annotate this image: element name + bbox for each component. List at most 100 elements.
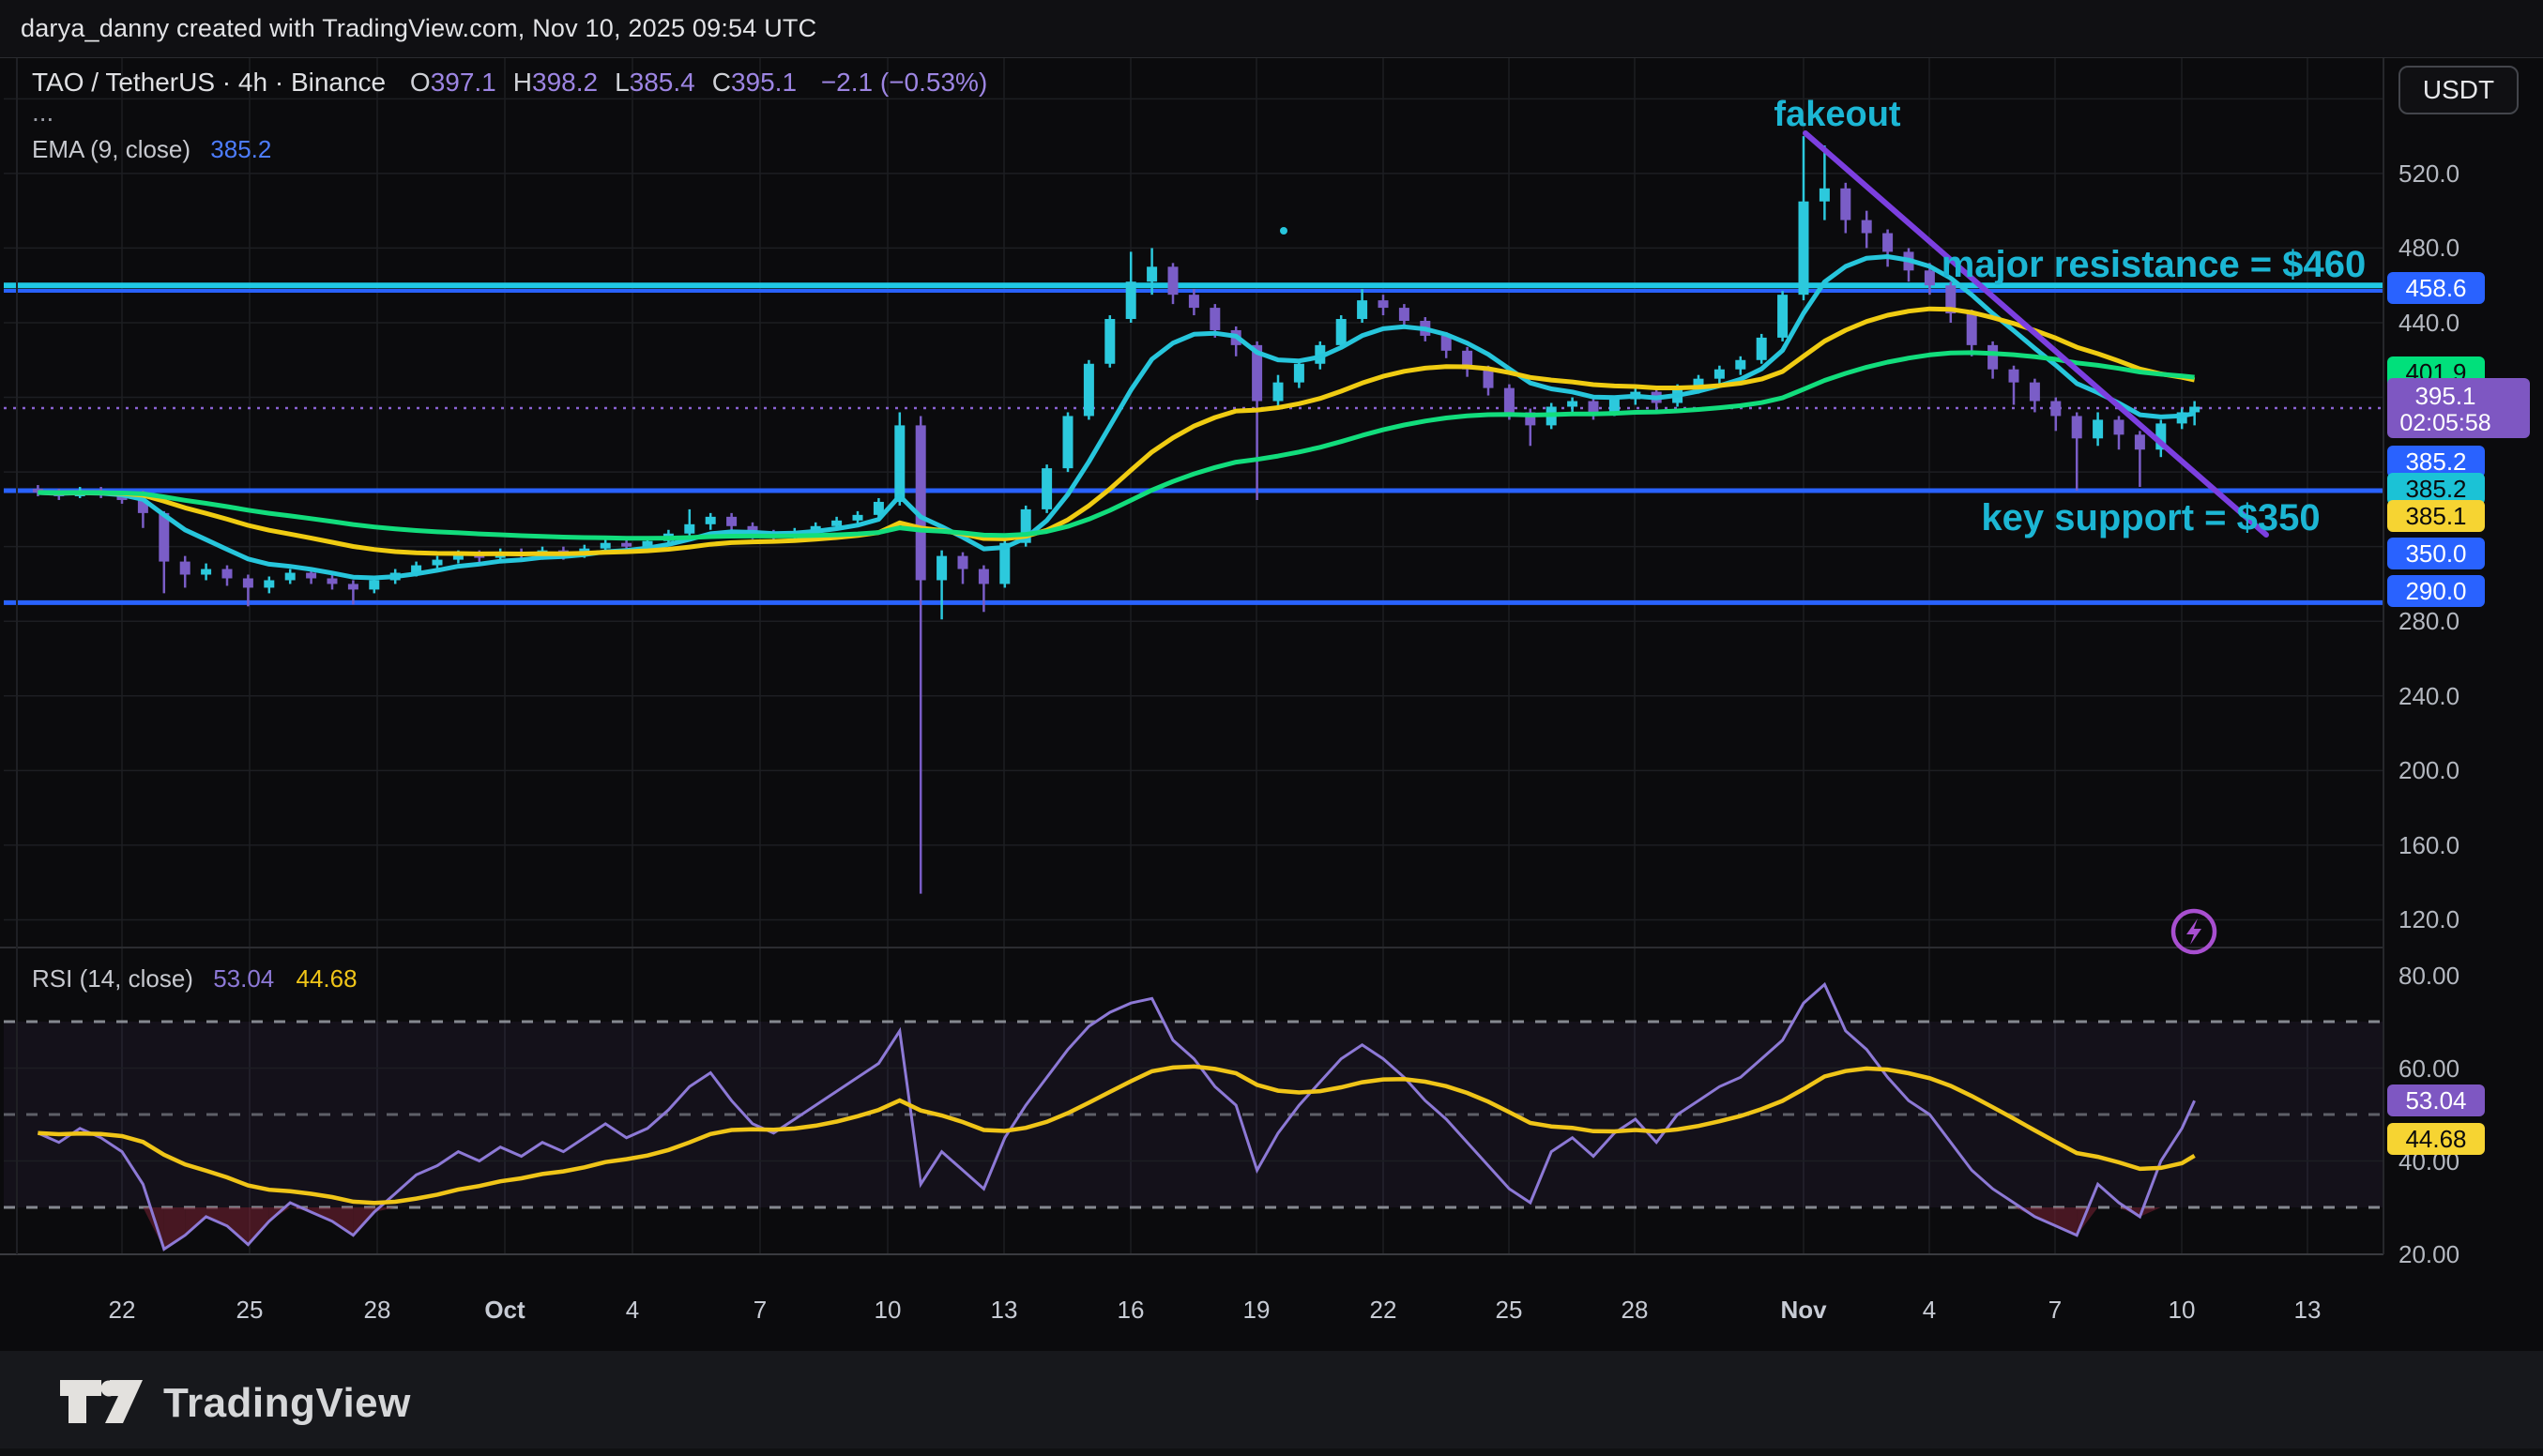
candle-body [264,580,274,587]
ema-group [38,257,2194,579]
time-axis-label: 10 [875,1296,902,1324]
candle-body [1294,364,1304,383]
candle-body [348,584,358,589]
candle-body [958,556,968,569]
ohlc-values: O397.1H398.2L385.4C395.1 [393,68,797,97]
time-axis-label: 22 [109,1296,136,1324]
fakeout-annotation[interactable]: fakeout [1774,95,1900,134]
chart-canvas[interactable]: 520.0480.0440.0280.0240.0200.0160.0120.0… [0,58,2543,1351]
candle-body [1210,308,1220,330]
candle-body [1126,281,1136,319]
ohlc-letter: O [410,68,431,97]
tradingview-logo-text: TradingView [163,1380,411,1427]
price-badge-value: 290.0 [2405,577,2466,605]
candle-body [1609,400,1620,413]
candle-body [243,578,253,587]
ema-slow-line [38,353,2194,538]
candle-body [306,573,316,579]
candle-body [2030,383,2040,402]
time-axis-label: 13 [991,1296,1018,1324]
candle-body [831,521,842,526]
candle-body [2072,416,2082,438]
tradingview-logo[interactable]: TradingView [60,1380,411,1427]
candle-body [894,425,905,502]
candle-body [1967,313,1977,345]
time-axis-label: 16 [1118,1296,1145,1324]
rsi-legend-row[interactable]: RSI (14, close) 53.04 44.68 [32,964,358,993]
time-axis-label: 19 [1243,1296,1271,1324]
candle-body [2009,370,2019,383]
candle-body [621,543,632,547]
more-indicators[interactable]: ... [32,103,987,122]
candle-body [1399,308,1409,321]
time-axis-label: Oct [484,1296,525,1324]
time-axis-label: 28 [364,1296,391,1324]
ohlc-value: 395.1 [731,68,797,97]
price-axis-label: 280.0 [2398,607,2459,635]
price-badge-value: 458.6 [2405,274,2466,302]
price-badge-value: 385.2 [2405,475,2466,503]
candle-body [327,578,338,584]
countdown-timer: 02:05:58 [2399,410,2490,436]
time-axis-label: 25 [236,1296,264,1324]
fakeout-trendline[interactable] [1805,133,2266,535]
rsi-value-signal: 44.68 [297,964,358,993]
chart-area: 520.0480.0440.0280.0240.0200.0160.0120.0… [0,58,2543,1351]
rsi-legend-label: RSI (14, close) [32,964,193,993]
lightning-button[interactable] [2173,911,2215,952]
ema-legend-row[interactable]: EMA (9, close) 385.2 [32,135,987,164]
candle-body [1799,202,1809,295]
candle-body [1168,266,1179,295]
ema-legend-value: 385.2 [210,135,271,163]
price-axis-label: 80.00 [2398,962,2459,990]
ema-mid-line [38,309,2194,554]
rsi-value-main: 53.04 [213,964,274,993]
price-axis-label: 240.0 [2398,682,2459,710]
candle-body [2135,434,2145,449]
time-axis-label: 25 [1496,1296,1523,1324]
price-badge-value: 44.68 [2405,1125,2466,1153]
candle-body [1084,364,1094,417]
candle-body [1147,266,1157,281]
candle-body [1378,300,1389,308]
time-axis-label: 7 [2048,1296,2062,1324]
chart-legend: TAO / TetherUS · 4h · Binance O397.1H398… [32,68,987,164]
price-axis-label: 20.00 [2398,1240,2459,1268]
time-axis-label: 7 [754,1296,767,1324]
price-axis-label: 480.0 [2398,234,2459,262]
ohlc-letter: H [513,68,532,97]
resistance-annotation[interactable]: major resistance = $460 [1942,244,2367,285]
time-axis-label: 4 [1923,1296,1936,1324]
footer-bar: TradingView [0,1351,2543,1456]
candle-body [1504,388,1515,413]
symbol-title[interactable]: TAO / TetherUS · 4h · Binance [32,68,386,97]
currency-toggle-button[interactable]: USDT [2398,66,2519,114]
candle-body [1357,300,1367,319]
candle-body [1336,319,1347,345]
candle-body [1189,295,1199,308]
support-annotation[interactable]: key support = $350 [1981,497,2320,538]
time-axis-label: 13 [2294,1296,2322,1324]
price-badge-value: 53.04 [2405,1086,2466,1115]
time-axis-label: 28 [1622,1296,1649,1324]
time-axis-label: 22 [1370,1296,1397,1324]
candle-body [601,543,611,549]
candle-body [684,524,694,534]
candle-body [853,515,863,521]
candle-body [706,517,716,524]
price-badge-value: 350.0 [2405,539,2466,568]
attribution-text: darya_danny created with TradingView.com… [21,14,816,43]
tradingview-logo-icon [60,1380,146,1427]
candle-body [1925,270,1935,285]
time-axis-label: 10 [2169,1296,2196,1324]
candle-body [936,556,947,581]
ohlc-letter: L [615,68,630,97]
candle-body [1987,345,1998,370]
marker-dot [1280,227,1287,235]
lightning-bolt-icon [2186,918,2201,945]
candle-body [1484,370,1494,388]
candle-body [1820,189,1830,202]
candle-body [180,562,190,575]
symbol-row[interactable]: TAO / TetherUS · 4h · Binance O397.1H398… [32,68,987,98]
candle-body [2050,402,2061,417]
